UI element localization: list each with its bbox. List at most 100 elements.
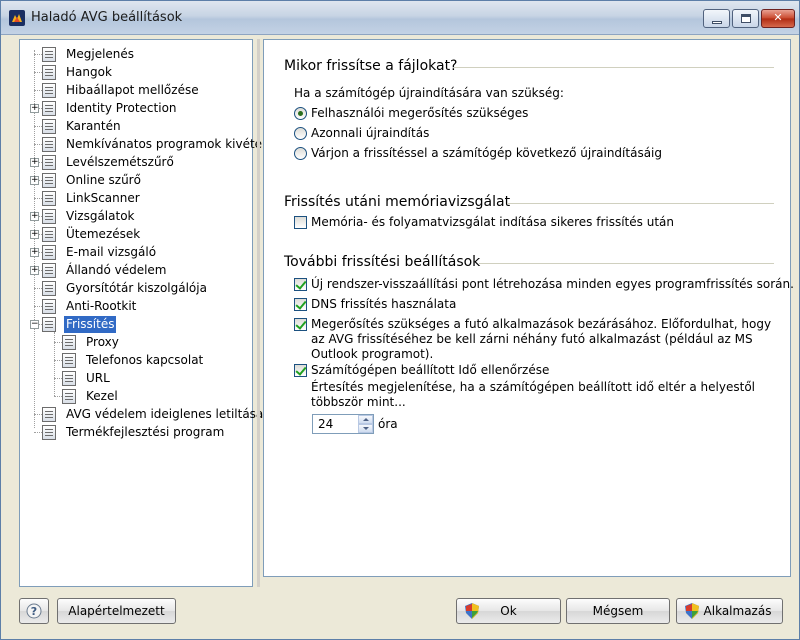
settings-page-icon (42, 281, 56, 296)
settings-page-icon (42, 425, 56, 440)
tree-item-label: AVG védelem ideiglenes letiltása (66, 407, 264, 421)
tree-connector (34, 198, 42, 199)
dns-update-label[interactable]: DNS frissítés használata (311, 297, 456, 311)
minimize-icon (712, 21, 722, 24)
dns-update-checkbox[interactable] (294, 298, 307, 311)
settings-page-icon (42, 209, 56, 224)
check-time-checkbox[interactable] (294, 364, 307, 377)
hours-spinner[interactable]: 24 (312, 414, 374, 434)
section-divider (507, 203, 774, 204)
tree-expander[interactable]: + (30, 230, 39, 239)
tree-connector (54, 378, 62, 379)
tree-connector (34, 90, 42, 91)
settings-page-icon (42, 119, 56, 134)
apply-button-label: Alkalmazás (703, 604, 772, 618)
tree-expander[interactable]: + (30, 104, 39, 113)
shield-icon (685, 603, 699, 619)
settings-page-icon (42, 191, 56, 206)
help-button[interactable]: ? (19, 598, 49, 624)
cancel-button[interactable]: Mégsem (566, 598, 670, 624)
section-divider (454, 67, 774, 68)
tree-connector (34, 72, 42, 73)
tree-item-label: Identity Protection (66, 101, 177, 115)
tree-connector (34, 54, 42, 55)
tree-connector (34, 288, 42, 289)
restore-point-label[interactable]: Új rendszer-visszaállítási pont létrehoz… (311, 277, 794, 291)
tree-connector (54, 396, 62, 397)
settings-window: Haladó AVG beállítások ✕ Megjelenés Hango… (0, 0, 800, 640)
tree-expander[interactable]: + (30, 176, 39, 185)
tree-item-label: Nemkívánatos programok kivételei (66, 137, 277, 151)
tree-connector (54, 360, 62, 361)
ok-button-label: Ok (500, 604, 517, 618)
tree-item-label: E-mail vizsgáló (66, 245, 157, 259)
tree-connector (34, 126, 42, 127)
tree-expander[interactable]: − (30, 320, 39, 329)
close-apps-checkbox[interactable] (294, 318, 307, 331)
section-memory-scan-title: Frissítés utáni memóriavizsgálat (284, 194, 511, 210)
close-button[interactable]: ✕ (761, 9, 795, 28)
restore-point-checkbox[interactable] (294, 278, 307, 291)
spin-up-button[interactable] (358, 415, 373, 424)
ok-button[interactable]: Ok (456, 598, 561, 624)
maximize-button[interactable] (732, 9, 759, 28)
tree-item-label: Állandó védelem (66, 263, 167, 277)
help-icon: ? (26, 603, 42, 619)
settings-page-icon (62, 371, 76, 386)
tree-item-label: Hibaállapot mellőzése (66, 83, 199, 97)
time-notification-text: Értesítés megjelenítése, ha a számítógép… (311, 380, 755, 409)
tree-connector (34, 144, 42, 145)
memory-scan-label[interactable]: Memória- és folyamatvizsgálat indítása s… (311, 215, 674, 229)
apply-button[interactable]: Alkalmazás (676, 598, 783, 624)
settings-tree[interactable]: Megjelenés Hangok Hibaállapot mellőzése + Id… (19, 39, 276, 587)
settings-page-icon (42, 407, 56, 422)
radio-immediate-restart-label[interactable]: Azonnali újraindítás (311, 126, 429, 140)
close-icon: ✕ (773, 11, 783, 24)
tree-expander[interactable]: + (30, 266, 39, 275)
spin-down-button[interactable] (358, 424, 373, 433)
tree-item-label: Vizsgálatok (66, 209, 135, 223)
close-apps-label[interactable]: Megerősítés szükséges a futó alkalmazáso… (311, 317, 781, 362)
radio-user-confirmation[interactable] (294, 107, 307, 120)
panel-splitter[interactable] (257, 39, 260, 587)
settings-page-icon (62, 335, 76, 350)
radio-user-confirmation-label[interactable]: Felhasználói megerősítés szükséges (311, 106, 528, 120)
radio-wait-next-restart[interactable] (294, 147, 307, 160)
minimize-button[interactable] (703, 9, 730, 28)
window-title: Haladó AVG beállítások (31, 10, 183, 25)
tree-item-label: Ütemezések (66, 227, 141, 241)
tree-item-label: Termékfejlesztési program (66, 425, 225, 439)
settings-content-panel: Mikor frissítse a fájlokat? Ha a számító… (263, 39, 794, 577)
check-time-label[interactable]: Számítógépen beállított Idő ellenőrzése (311, 363, 549, 377)
tree-item-label: Levélszemétszűrő (66, 155, 174, 169)
settings-page-icon (42, 227, 56, 242)
tree-connector (54, 342, 62, 343)
tree-expander[interactable]: + (30, 158, 39, 167)
memory-scan-checkbox[interactable] (294, 216, 307, 229)
tree-item-label: URL (86, 371, 110, 385)
section-additional-title: További frissítési beállítások (284, 254, 481, 270)
shield-icon (465, 603, 479, 619)
tree-item-label: Frissítés (64, 316, 117, 333)
section-when-update-title: Mikor frissítse a fájlokat? (284, 58, 458, 74)
hours-unit-label: óra (378, 417, 398, 431)
tree-item-label: Hangok (66, 65, 112, 79)
tree-item-label: Karantén (66, 119, 121, 133)
tree-item-label: Telefonos kapcsolat (86, 353, 204, 367)
defaults-button[interactable]: Alapértelmezett (57, 598, 176, 624)
tree-connector (34, 432, 42, 433)
settings-page-icon (42, 65, 56, 80)
avg-logo-icon (9, 10, 25, 26)
maximize-icon (741, 14, 751, 23)
tree-item-label: Kezel (86, 389, 118, 403)
settings-page-icon (42, 83, 56, 98)
tree-item-label: Online szűrő (66, 173, 141, 187)
radio-immediate-restart[interactable] (294, 127, 307, 140)
radio-wait-next-restart-label[interactable]: Várjon a frissítéssel a számítógép követ… (311, 146, 662, 160)
tree-expander[interactable]: + (30, 248, 39, 257)
tree-item-label: LinkScanner (66, 191, 140, 205)
hours-value[interactable]: 24 (318, 417, 333, 431)
tree-connector (34, 306, 42, 307)
dialog-client: Megjelenés Hangok Hibaállapot mellőzése + Id… (1, 35, 799, 639)
tree-expander[interactable]: + (30, 212, 39, 221)
